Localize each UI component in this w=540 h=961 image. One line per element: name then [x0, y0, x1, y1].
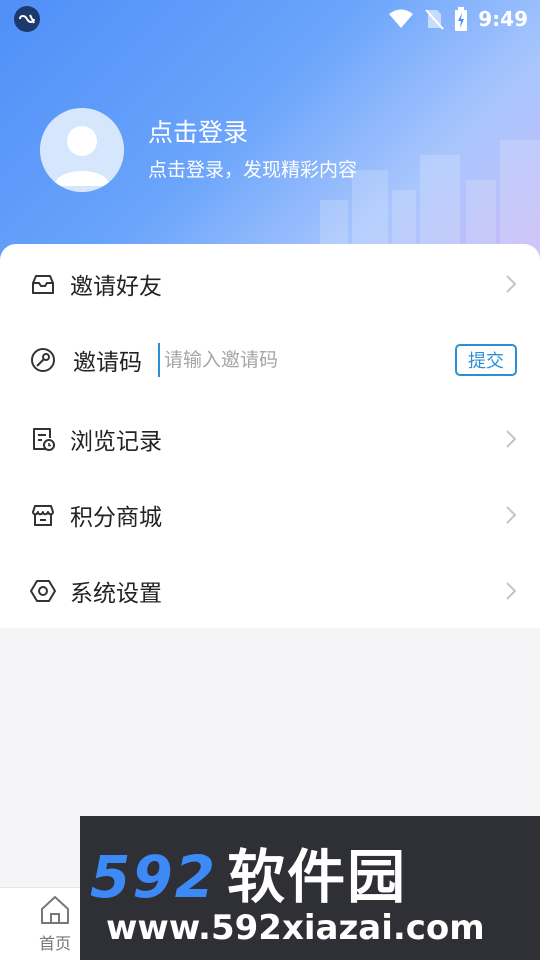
no-sim-icon	[425, 9, 444, 30]
login-title[interactable]: 点击登录	[148, 116, 357, 150]
status-time: 9:49	[478, 7, 528, 31]
menu-item-points-mall[interactable]: 积分商城	[0, 480, 540, 550]
menu-item-invite-code: 邀请码 提交	[0, 325, 540, 395]
watermark-logo: 592 软件园	[90, 830, 407, 914]
user-avatar-icon[interactable]	[40, 108, 124, 192]
watermark-url: www.592xiazai.com	[106, 908, 485, 948]
watermark-banner: 592 软件园 www.592xiazai.com	[80, 816, 540, 960]
chevron-right-icon	[506, 430, 517, 448]
menu-item-settings[interactable]: 系统设置	[0, 556, 540, 626]
menu-label-invite-code: 邀请码	[73, 350, 142, 376]
envelope-icon	[32, 275, 54, 294]
history-doc-icon	[33, 428, 55, 451]
store-icon	[32, 505, 54, 526]
chevron-right-icon	[506, 582, 517, 600]
watermark-digits: 592	[90, 843, 218, 911]
chevron-right-icon	[506, 275, 517, 293]
menu-label-history: 浏览记录	[70, 429, 162, 455]
chevron-right-icon	[506, 506, 517, 524]
status-bar: 9:49	[0, 0, 540, 38]
hexagon-settings-icon	[30, 580, 56, 602]
wifi-icon	[389, 9, 414, 28]
battery-charging-icon	[455, 7, 468, 31]
key-icon	[31, 348, 55, 372]
app-badge-icon	[14, 6, 40, 32]
login-subtitle: 点击登录，发现精彩内容	[148, 159, 358, 181]
menu-label-points-mall: 积分商城	[70, 505, 162, 531]
menu-item-history[interactable]: 浏览记录	[0, 404, 540, 474]
home-icon	[41, 896, 69, 924]
watermark-brand-cn: 软件园	[227, 843, 408, 911]
menu-card: 邀请好友 邀请码 提交 浏览记录 积分商城	[0, 244, 540, 628]
login-profile[interactable]: 点击登录 点击登录，发现精彩内容	[40, 108, 357, 192]
invite-code-input[interactable]	[158, 343, 444, 377]
menu-label-settings: 系统设置	[70, 581, 162, 607]
submit-invite-code-button[interactable]: 提交	[455, 344, 517, 376]
menu-label-invite-friends: 邀请好友	[70, 274, 162, 300]
menu-item-invite-friends[interactable]: 邀请好友	[0, 249, 540, 319]
